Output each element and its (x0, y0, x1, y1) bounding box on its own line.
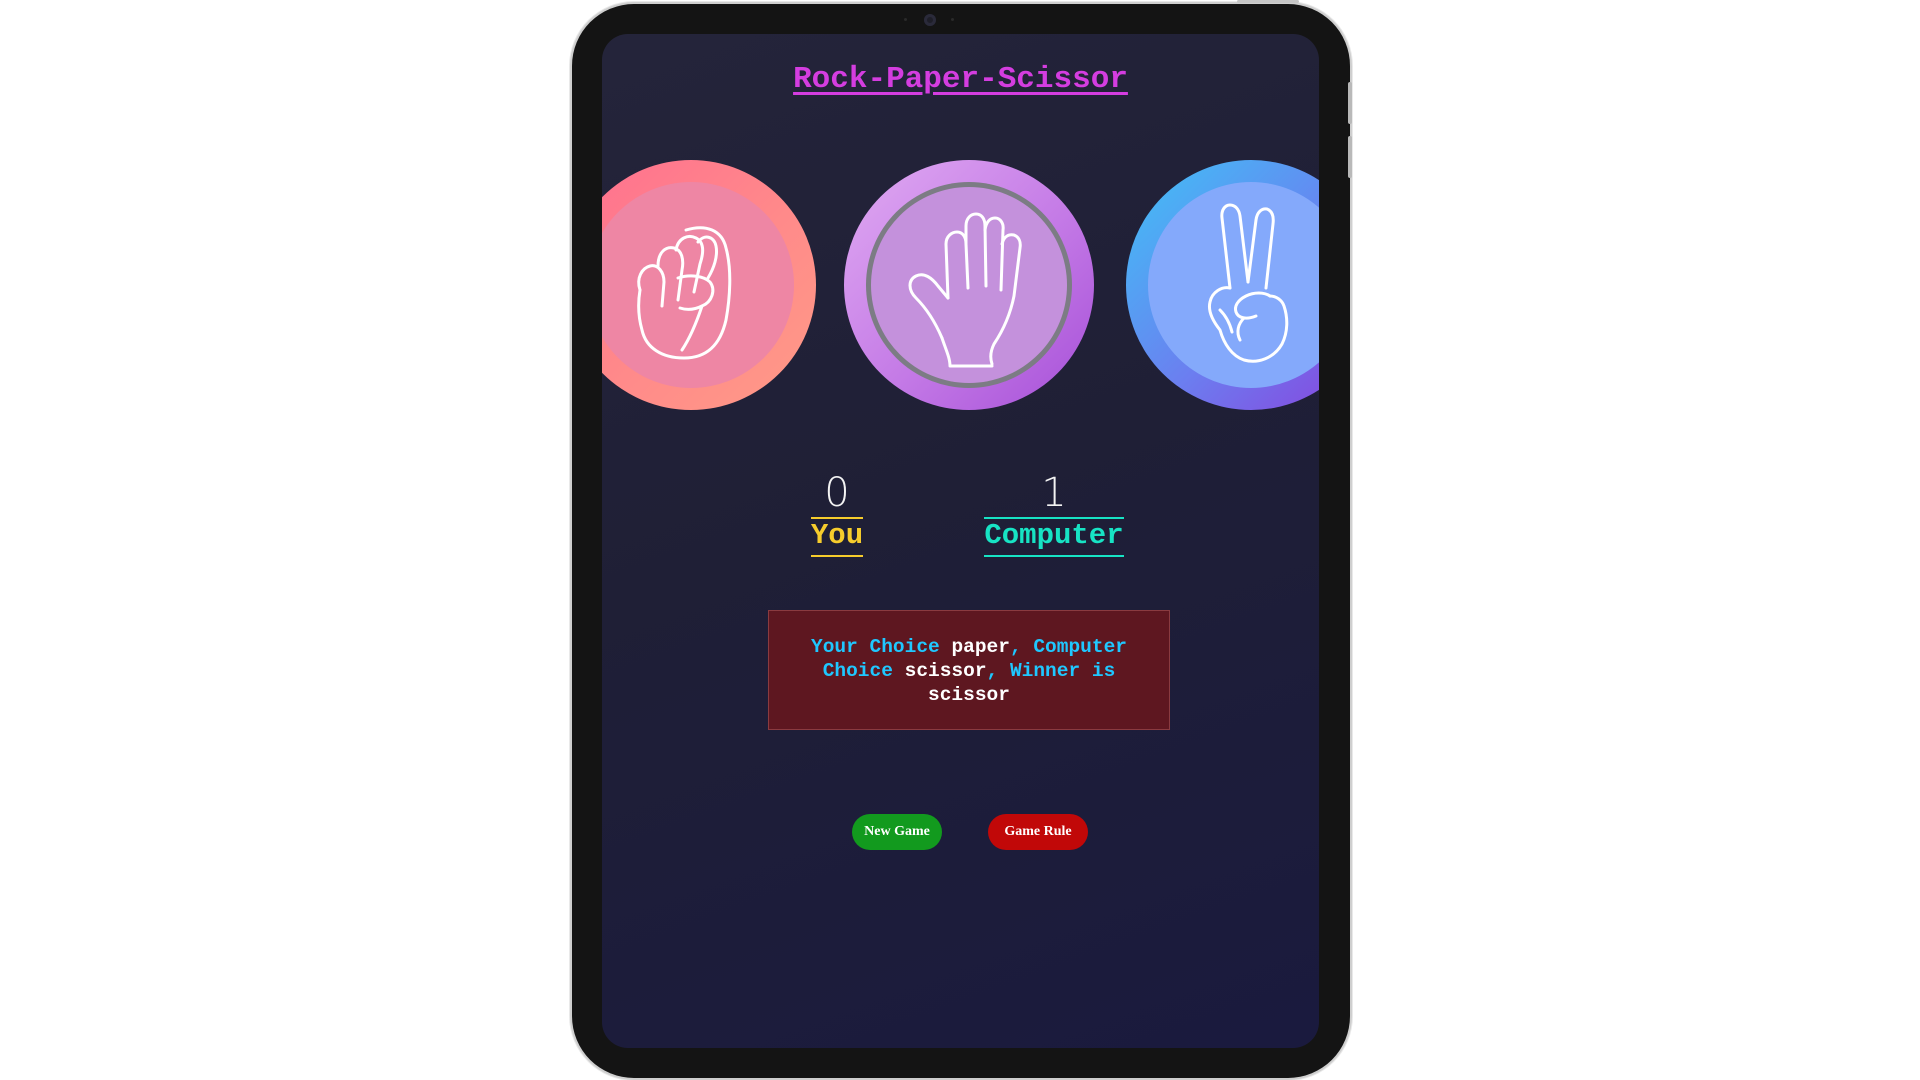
your-choice-label: Your Choice (811, 636, 940, 658)
rock-choice-button[interactable] (602, 160, 816, 410)
sensor-dot (951, 18, 954, 21)
computer-score-label: Computer (984, 517, 1124, 557)
page-title: Rock-Paper-Scissor (793, 62, 1128, 97)
computer-score-value: 1 (1041, 470, 1067, 516)
peace-hand-icon (1208, 203, 1289, 363)
winner-label: Winner is (1009, 660, 1116, 682)
game-screen: Rock-Paper-Scissor 0 You 1 Computer Your… (602, 34, 1319, 1048)
volume-down-button (1348, 136, 1352, 178)
power-button (1237, 0, 1299, 3)
computer-choice-value: scissor (904, 660, 987, 682)
player-score-label: You (810, 517, 864, 557)
player-score-value: 0 (824, 470, 850, 516)
new-game-button[interactable]: New Game (852, 814, 942, 850)
sensor-dot (904, 18, 907, 21)
fist-icon (637, 226, 732, 360)
game-rule-button[interactable]: Game Rule (988, 814, 1088, 850)
paper-choice-button[interactable] (844, 160, 1094, 410)
computer-score: 1 Computer (980, 469, 1128, 557)
volume-up-button (1348, 82, 1352, 124)
your-choice-value: paper (951, 636, 1010, 658)
camera-icon (924, 14, 936, 26)
result-message: Your Choice paper, Computer Choice sciss… (768, 610, 1170, 730)
winner-value: scissor (928, 684, 1010, 706)
scissor-choice-button[interactable] (1126, 160, 1319, 410)
open-hand-icon (908, 212, 1022, 368)
player-score: 0 You (807, 469, 867, 557)
